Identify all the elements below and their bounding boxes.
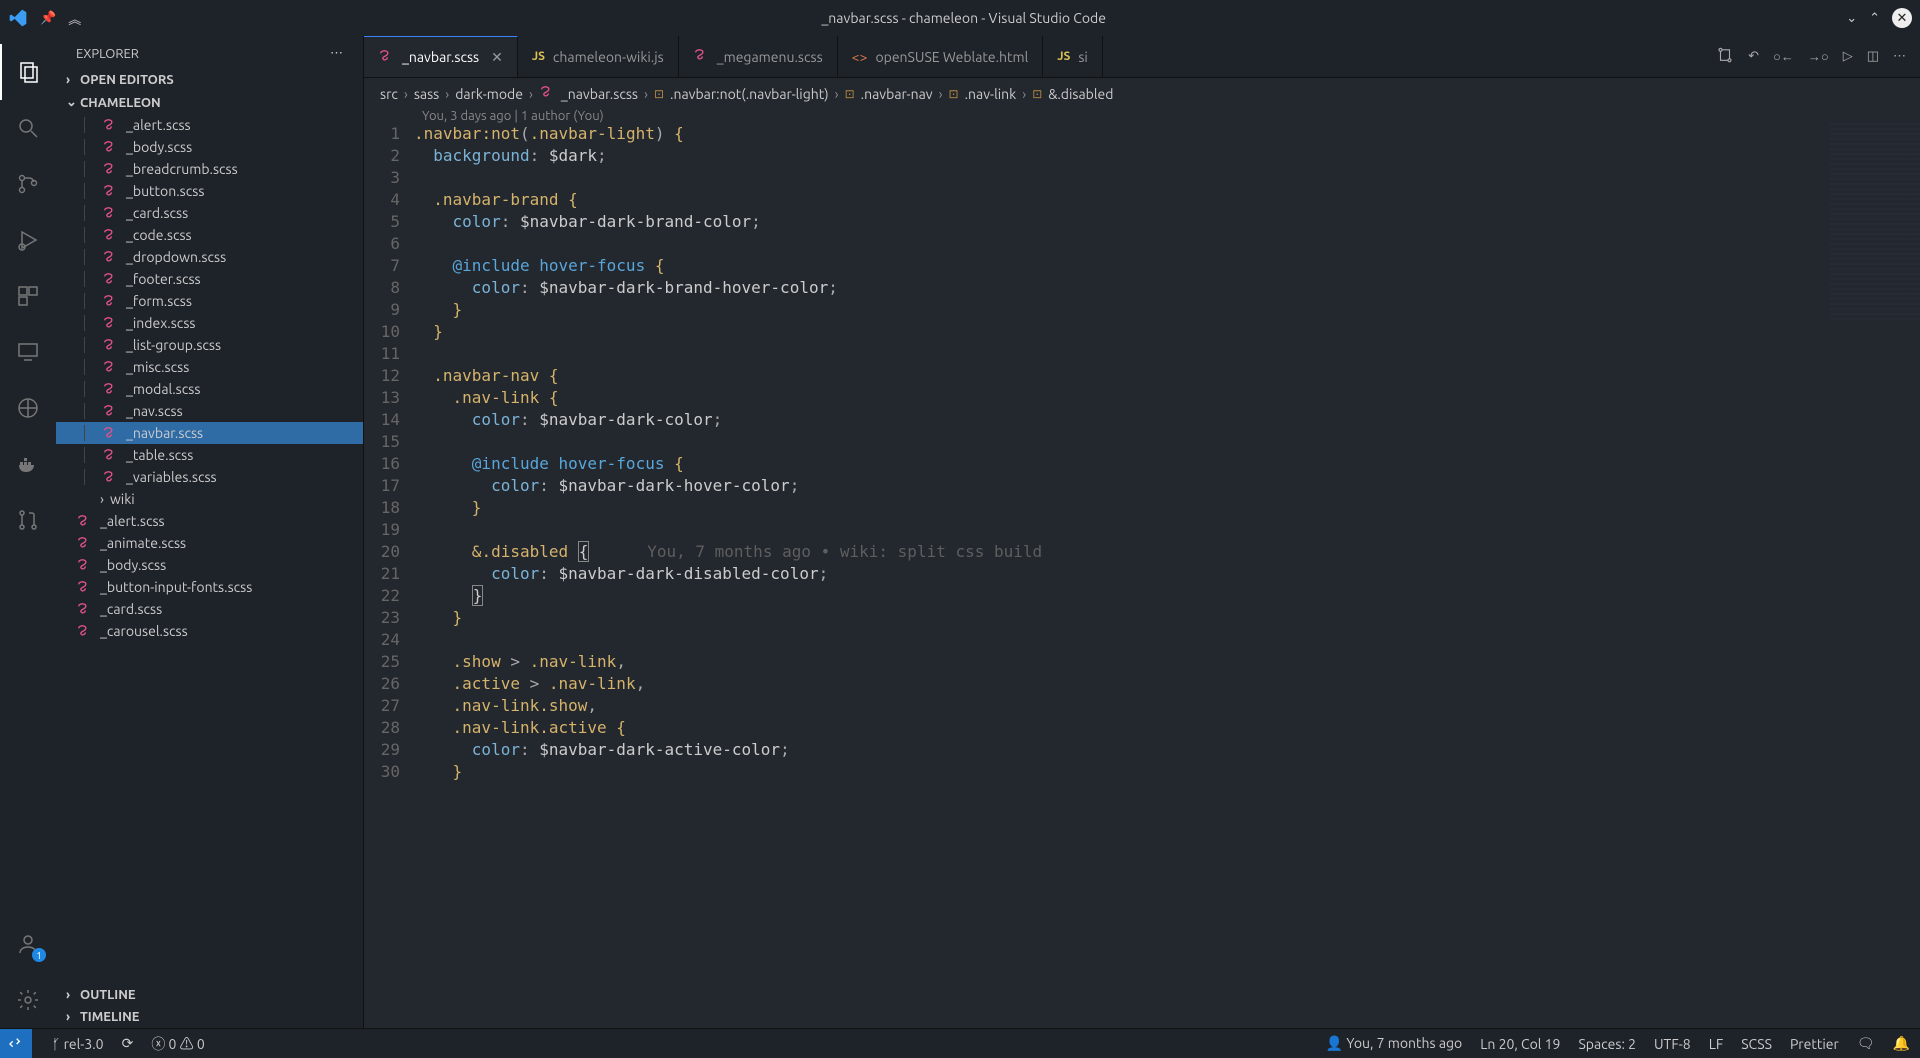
file-tree: _alert.scss_body.scss_breadcrumb.scss_bu…: [56, 114, 363, 984]
status-feedback-icon[interactable]: 🗨: [1857, 1035, 1875, 1052]
file-item[interactable]: _carousel.scss: [56, 620, 363, 642]
tab[interactable]: JSchameleon-wiki.js: [518, 36, 679, 77]
explorer-sidebar: EXPLORER ⋯ ›OPEN EDITORS ⌄CHAMELEON _ale…: [56, 36, 364, 1028]
titlebar: 📌 ︽ _navbar.scss - chameleon - Visual St…: [0, 0, 1920, 36]
go-back-icon[interactable]: ↶: [1748, 49, 1759, 64]
file-item[interactable]: _variables.scss: [56, 466, 363, 488]
editor-area: _navbar.scss✕JSchameleon-wiki.js_megamen…: [364, 36, 1920, 1028]
status-spaces[interactable]: Spaces: 2: [1578, 1036, 1636, 1052]
file-item[interactable]: _card.scss: [56, 598, 363, 620]
more-icon[interactable]: ⋯: [330, 46, 343, 61]
tab-close-icon[interactable]: ✕: [491, 49, 503, 66]
status-prettier[interactable]: Prettier: [1790, 1036, 1839, 1052]
breadcrumbs[interactable]: src›sass›dark-mode›_navbar.scss›⊡.navbar…: [364, 78, 1920, 109]
accounts-icon[interactable]: 1: [0, 916, 56, 972]
chevron-up-icon[interactable]: ⌃: [1869, 11, 1880, 26]
settings-gear-icon[interactable]: [0, 972, 56, 1028]
file-item[interactable]: _alert.scss: [56, 114, 363, 136]
tab-bar: _navbar.scss✕JSchameleon-wiki.js_megamen…: [364, 36, 1920, 78]
line-gutter: 1234567891011121314151617181920212223242…: [364, 123, 414, 1028]
tab[interactable]: _navbar.scss✕: [364, 36, 518, 77]
file-item[interactable]: _navbar.scss: [56, 422, 363, 444]
status-lang[interactable]: SCSS: [1741, 1036, 1772, 1052]
file-item[interactable]: _misc.scss: [56, 356, 363, 378]
file-item[interactable]: _footer.scss: [56, 268, 363, 290]
section-outline[interactable]: ›OUTLINE: [56, 984, 363, 1006]
file-item[interactable]: _list-group.scss: [56, 334, 363, 356]
docker-icon[interactable]: [0, 436, 56, 492]
breadcrumb-item[interactable]: src: [380, 86, 398, 102]
remote-indicator[interactable]: [0, 1029, 32, 1058]
commit-next-icon[interactable]: →○: [1808, 49, 1829, 64]
source-control-icon[interactable]: [0, 156, 56, 212]
section-project[interactable]: ⌄CHAMELEON: [56, 91, 363, 114]
breadcrumb-item[interactable]: sass: [414, 86, 439, 102]
status-bar: ᚶ rel-3.0 ⟳ ⓧ 0 ⚠ 0 👤 You, 7 months ago …: [0, 1028, 1920, 1058]
section-timeline[interactable]: ›TIMELINE: [56, 1006, 363, 1028]
pin-icon[interactable]: 📌: [40, 11, 56, 26]
status-blame[interactable]: 👤 You, 7 months ago: [1326, 1035, 1463, 1052]
tab[interactable]: _megamenu.scss: [679, 36, 838, 77]
file-item[interactable]: _body.scss: [56, 554, 363, 576]
file-item[interactable]: _nav.scss: [56, 400, 363, 422]
breadcrumb-item[interactable]: .navbar:not(.navbar-light): [670, 86, 829, 102]
codelens[interactable]: You, 3 days ago | 1 author (You): [364, 109, 1920, 123]
file-item[interactable]: _dropdown.scss: [56, 246, 363, 268]
status-sync-icon[interactable]: ⟳: [122, 1035, 134, 1052]
remote-explorer-icon[interactable]: [0, 324, 56, 380]
file-item[interactable]: _button.scss: [56, 180, 363, 202]
folder-item[interactable]: ›wiki: [56, 488, 363, 510]
file-item[interactable]: _form.scss: [56, 290, 363, 312]
breadcrumb-item[interactable]: _navbar.scss: [561, 86, 638, 102]
window-title: _navbar.scss - chameleon - Visual Studio…: [81, 10, 1846, 26]
chevron-down-icon[interactable]: ⌄: [1846, 11, 1857, 26]
commit-prev-icon[interactable]: ○←: [1773, 49, 1794, 64]
compare-changes-icon[interactable]: [1716, 46, 1734, 67]
more-actions-icon[interactable]: ⋯: [1893, 49, 1906, 64]
file-item[interactable]: _modal.scss: [56, 378, 363, 400]
status-bell-icon[interactable]: 🔔: [1893, 1035, 1910, 1052]
close-window-icon[interactable]: ✕: [1892, 8, 1912, 28]
tab[interactable]: JSsi: [1043, 36, 1103, 77]
extensions-icon[interactable]: [0, 268, 56, 324]
file-item[interactable]: _table.scss: [56, 444, 363, 466]
status-branch[interactable]: ᚶ rel-3.0: [52, 1036, 104, 1052]
breadcrumb-item[interactable]: dark-mode: [455, 86, 523, 102]
file-item[interactable]: _breadcrumb.scss: [56, 158, 363, 180]
activity-bar: 1: [0, 36, 56, 1028]
status-eol[interactable]: LF: [1709, 1036, 1724, 1052]
file-item[interactable]: _index.scss: [56, 312, 363, 334]
code-editor[interactable]: 1234567891011121314151617181920212223242…: [364, 123, 1920, 1028]
file-item[interactable]: _animate.scss: [56, 532, 363, 554]
section-open-editors[interactable]: ›OPEN EDITORS: [56, 69, 363, 91]
live-share-icon[interactable]: [0, 380, 56, 436]
status-encoding[interactable]: UTF-8: [1654, 1036, 1691, 1052]
code-content[interactable]: .navbar:not(.navbar-light) { background:…: [414, 123, 1920, 1028]
minimap[interactable]: [1830, 123, 1920, 323]
split-editor-icon[interactable]: ◫: [1867, 49, 1879, 64]
status-position[interactable]: Ln 20, Col 19: [1480, 1036, 1560, 1052]
file-item[interactable]: _card.scss: [56, 202, 363, 224]
file-item[interactable]: _button-input-fonts.scss: [56, 576, 363, 598]
github-pr-icon[interactable]: [0, 492, 56, 548]
tab[interactable]: <>openSUSE Weblate.html: [838, 36, 1044, 77]
explorer-icon[interactable]: [0, 44, 56, 100]
file-item[interactable]: _body.scss: [56, 136, 363, 158]
vscode-logo-icon: [8, 8, 28, 28]
file-item[interactable]: _code.scss: [56, 224, 363, 246]
sidebar-title: EXPLORER: [76, 47, 139, 61]
search-icon[interactable]: [0, 100, 56, 156]
file-item[interactable]: _alert.scss: [56, 510, 363, 532]
run-icon[interactable]: ▷: [1843, 49, 1853, 64]
chevron-up-icon[interactable]: ︽: [68, 9, 81, 28]
breadcrumb-item[interactable]: .navbar-nav: [861, 86, 933, 102]
breadcrumb-item[interactable]: &.disabled: [1048, 86, 1113, 102]
breadcrumb-item[interactable]: .nav-link: [965, 86, 1017, 102]
run-debug-icon[interactable]: [0, 212, 56, 268]
status-problems[interactable]: ⓧ 0 ⚠ 0: [151, 1034, 204, 1054]
